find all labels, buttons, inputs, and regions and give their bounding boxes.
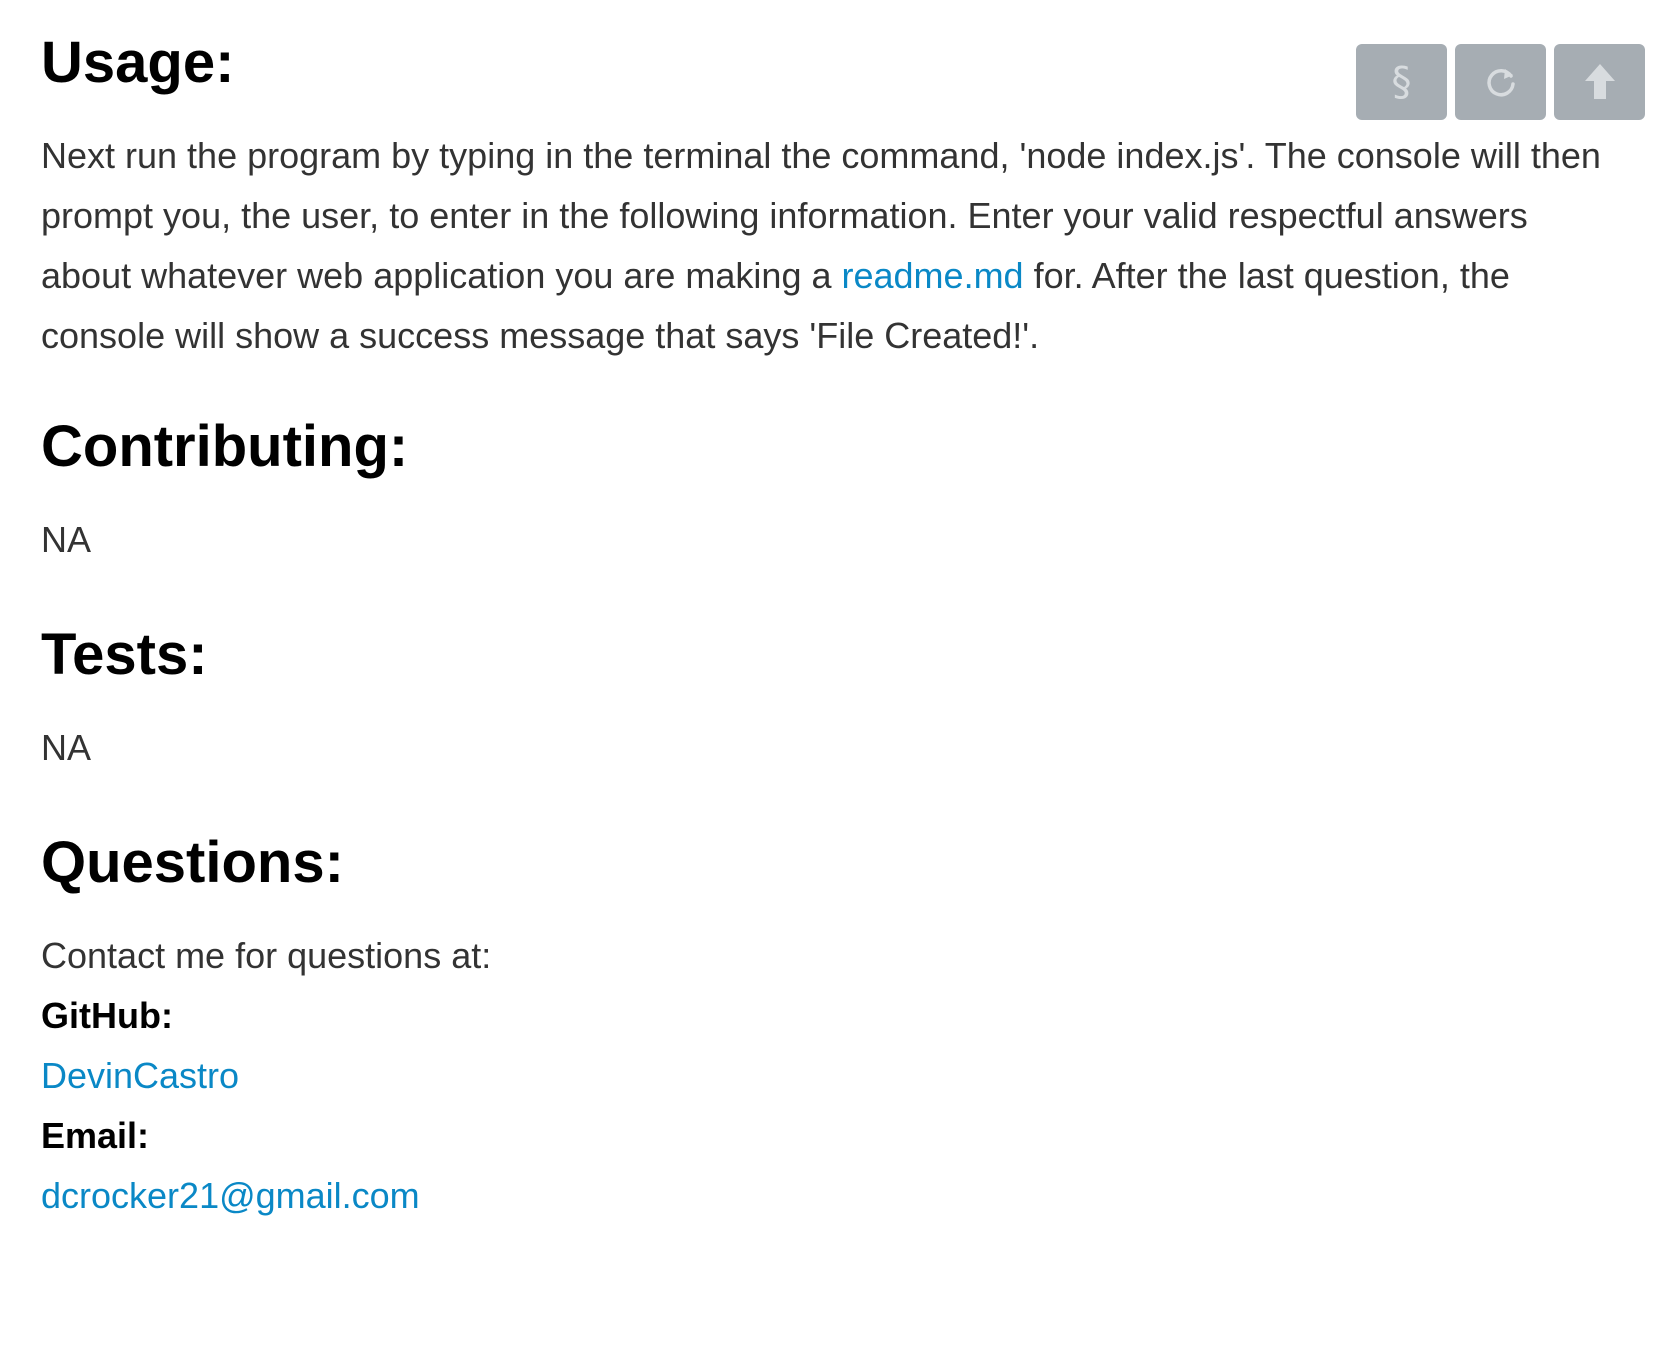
email-link[interactable]: dcrocker21@gmail.com: [41, 1175, 420, 1216]
tests-text: NA: [41, 727, 92, 768]
readme-md-link[interactable]: readme.md: [842, 255, 1024, 296]
contributing-heading: Contributing:: [41, 414, 409, 479]
github-link[interactable]: DevinCastro: [41, 1055, 239, 1096]
usage-heading: Usage:: [41, 30, 235, 95]
questions-intro: Contact me for questions at:: [41, 935, 492, 976]
github-label: GitHub:: [41, 995, 173, 1036]
tests-heading: Tests:: [41, 622, 208, 687]
readme-content: Usage: Next run the program by typing in…: [41, 0, 1601, 1226]
contributing-text: NA: [41, 519, 92, 560]
usage-paragraph: Next run the program by typing in the te…: [41, 126, 1601, 366]
email-label: Email:: [41, 1115, 150, 1156]
questions-heading: Questions:: [41, 830, 344, 895]
